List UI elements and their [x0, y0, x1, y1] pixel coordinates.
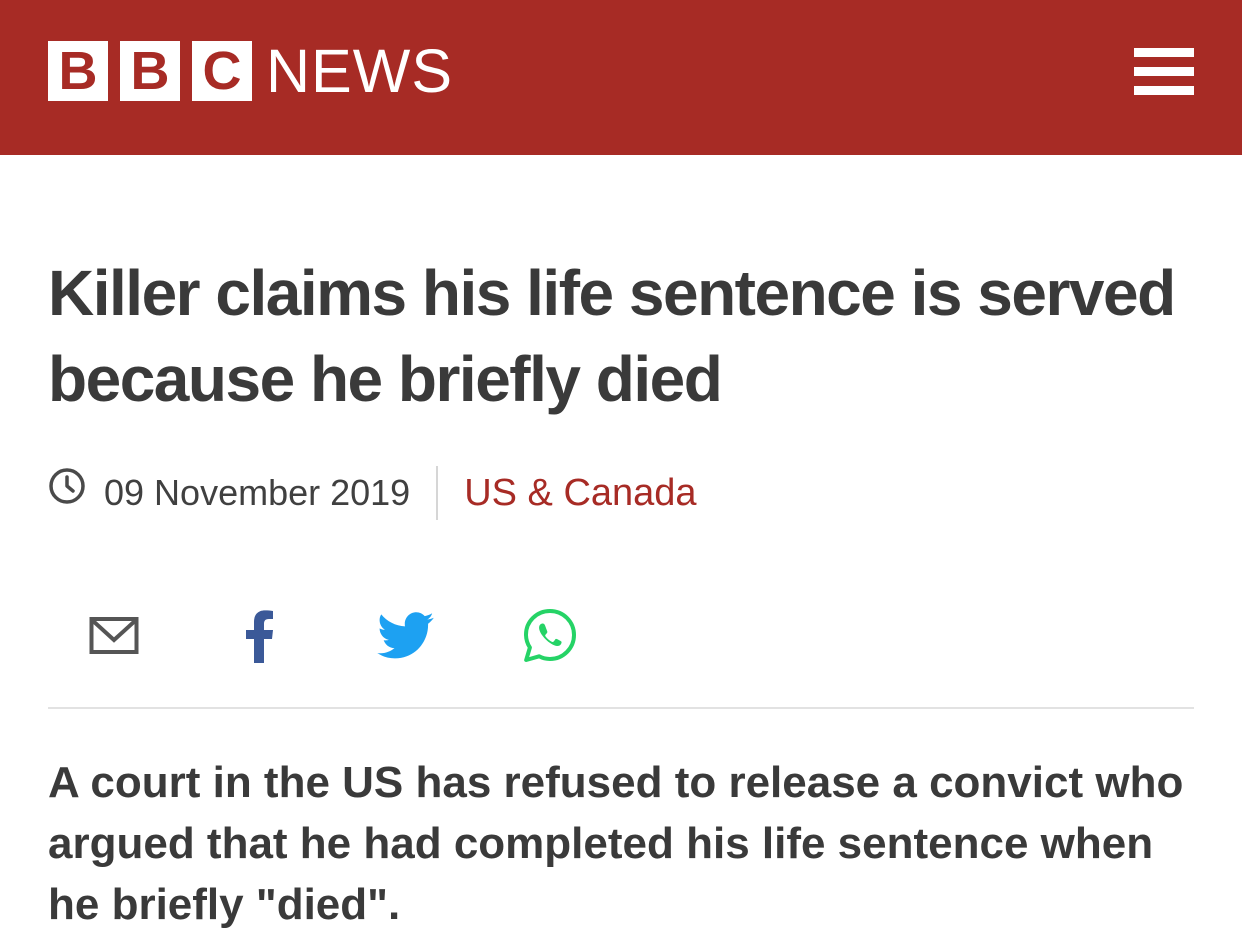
- share-divider: [48, 707, 1194, 709]
- article-headline: Killer claims his life sentence is serve…: [48, 257, 1176, 415]
- site-header: B B C NEWS: [0, 0, 1242, 155]
- twitter-icon: [377, 612, 434, 659]
- bbc-news-logo[interactable]: B B C NEWS: [48, 37, 453, 105]
- section-link[interactable]: US & Canada: [464, 472, 696, 515]
- email-share-button[interactable]: [78, 600, 150, 672]
- article-meta: 09 November 2019 US & Canada: [48, 465, 697, 521]
- whatsapp-share-button[interactable]: [514, 600, 586, 672]
- facebook-share-button[interactable]: [223, 600, 295, 672]
- menu-bar-top: [1134, 48, 1194, 57]
- logo-letter-b2: B: [120, 41, 180, 101]
- menu-bar-bottom: [1134, 86, 1194, 95]
- facebook-icon: [246, 610, 273, 663]
- publish-date: 09 November 2019: [104, 472, 411, 513]
- email-icon: [89, 617, 139, 654]
- article-intro: A court in the US has refused to release…: [48, 758, 1184, 929]
- hamburger-menu-icon[interactable]: [1134, 48, 1194, 96]
- whatsapp-icon: [524, 609, 576, 662]
- twitter-share-button[interactable]: [370, 600, 442, 672]
- logo-letter-c: C: [192, 41, 252, 101]
- logo-letter-b1: B: [48, 41, 108, 101]
- logo-word-news: NEWS: [266, 37, 453, 105]
- meta-divider: [436, 466, 439, 520]
- clock-icon: [49, 468, 85, 504]
- menu-bar-middle: [1134, 67, 1194, 76]
